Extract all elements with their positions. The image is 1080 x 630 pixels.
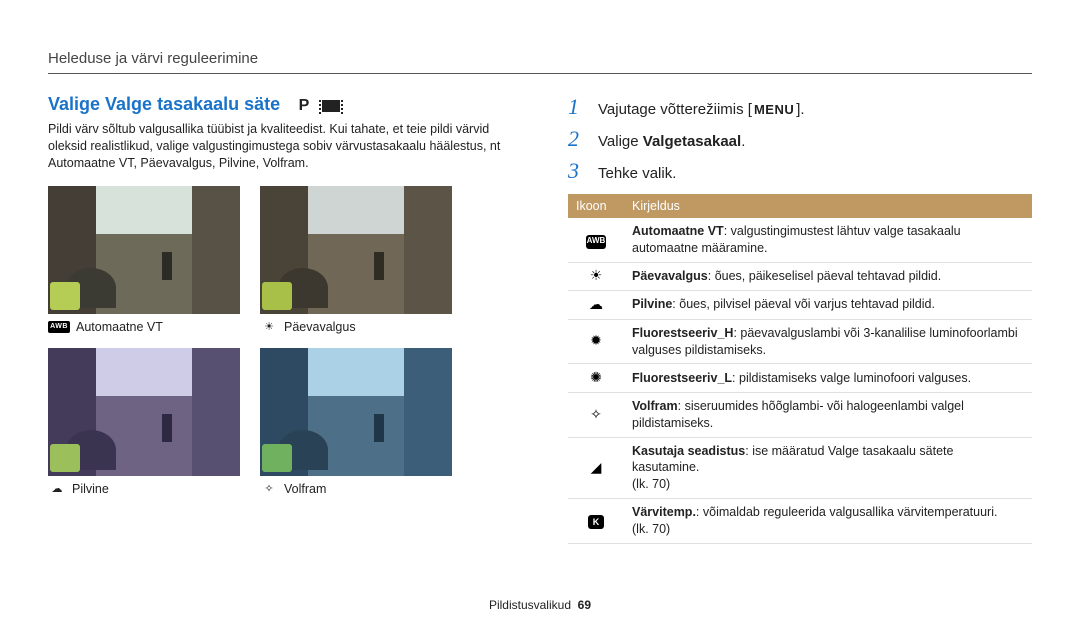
row-desc-cell: Fluorestseeriv_L: pildistamiseks valge l… bbox=[624, 364, 1032, 392]
step-text: Valige Valgetasakaal. bbox=[598, 133, 745, 150]
page-footer: Pildistusvalikud 69 bbox=[0, 598, 1080, 612]
left-column: Valige Valge tasakaalu säte P Pildi värv… bbox=[48, 94, 508, 544]
awb-chip-icon: AWB bbox=[586, 235, 606, 249]
row-desc-cell: Automaatne VT: valgustingimustest lähtuv… bbox=[624, 218, 1032, 262]
bulb-icon: ✧ bbox=[260, 482, 278, 496]
wb-row-icon: ✧ bbox=[585, 406, 607, 422]
footer-page-number: 69 bbox=[578, 598, 591, 612]
step-text: Tehke valik. bbox=[598, 165, 676, 182]
col-desc-header: Kirjeldus bbox=[624, 194, 1032, 218]
wb-row-icon: ◢ bbox=[585, 459, 607, 475]
row-icon-cell: ☀ bbox=[568, 262, 624, 290]
wb-row-icon: ☁ bbox=[585, 296, 607, 312]
content-columns: Valige Valge tasakaalu säte P Pildi värv… bbox=[48, 94, 1032, 544]
menu-button-icon: MENU bbox=[752, 102, 796, 117]
step-text: Vajutage võtterežiimis [MENU]. bbox=[598, 101, 805, 118]
table-row: ☀ Päevavalgus: õues, päikeselisel päeval … bbox=[568, 262, 1032, 290]
row-desc-cell: Värvitemp.: võimaldab reguleerida valgus… bbox=[624, 499, 1032, 544]
row-icon-cell: ✺ bbox=[568, 364, 624, 392]
row-icon-cell: ✧ bbox=[568, 392, 624, 437]
table-row: AWB Automaatne VT: valgustingimustest läh… bbox=[568, 218, 1032, 262]
page-header: Heleduse ja värvi reguleerimine bbox=[48, 50, 1032, 67]
section-title: Valige Valge tasakaalu säte bbox=[48, 94, 280, 115]
wb-description-table: Ikoon Kirjeldus AWB Automaatne VT: valgus… bbox=[568, 194, 1032, 544]
wb-row-icon: ✺ bbox=[585, 369, 607, 385]
mode-video-icon bbox=[322, 100, 340, 112]
table-row: ✺ Fluorestseeriv_L: pildistamiseks valge … bbox=[568, 364, 1032, 392]
thumb-tungsten bbox=[260, 348, 452, 476]
thumb-daylight bbox=[260, 186, 452, 314]
awb-chip-icon: AWB bbox=[48, 321, 70, 333]
row-icon-cell: K bbox=[568, 499, 624, 544]
sun-icon: ☀ bbox=[260, 320, 278, 334]
right-column: 1 Vajutage võtterežiimis [MENU]. 2 Valig… bbox=[568, 94, 1032, 544]
thumb-auto-wb bbox=[48, 186, 240, 314]
table-row: ☁ Pilvine: õues, pilvisel päeval või varj… bbox=[568, 291, 1032, 319]
cloud-icon: ☁ bbox=[48, 482, 66, 496]
footer-label: Pildistusvalikud bbox=[489, 598, 571, 612]
col-icon-header: Ikoon bbox=[568, 194, 624, 218]
intro-paragraph: Pildi värv sõltub valgusallika tüübist j… bbox=[48, 121, 508, 172]
table-row: ✧ Volfram: siseruumides hõõglambi- või ha… bbox=[568, 392, 1032, 437]
row-desc-cell: Kasutaja seadistus: ise määratud Valge t… bbox=[624, 437, 1032, 499]
thumbnail-grid: AWB Automaatne VT ☀ Päevavalgus ☁ Pilvin… bbox=[48, 186, 508, 506]
wb-row-icon: ☀ bbox=[585, 268, 607, 284]
step-number: 3 bbox=[568, 158, 586, 184]
row-icon-cell: ☁ bbox=[568, 291, 624, 319]
row-desc-cell: Pilvine: õues, pilvisel päeval või varju… bbox=[624, 291, 1032, 319]
step-number: 2 bbox=[568, 126, 586, 152]
thumb-label-text: Automaatne VT bbox=[76, 320, 163, 334]
row-desc-cell: Fluorestseeriv_H: päevavalguslambi või 3… bbox=[624, 319, 1032, 364]
thumb-label-tungsten: ✧ Volfram bbox=[260, 482, 452, 496]
mode-icons: P bbox=[299, 97, 340, 115]
k-chip-icon: K bbox=[588, 515, 604, 529]
thumb-label-text: Päevavalgus bbox=[284, 320, 356, 334]
table-row: K Värvitemp.: võimaldab reguleerida valgu… bbox=[568, 499, 1032, 544]
thumb-label-auto-wb: AWB Automaatne VT bbox=[48, 320, 240, 334]
table-row: ✹ Fluorestseeriv_H: päevavalguslambi või … bbox=[568, 319, 1032, 364]
row-icon-cell: ◢ bbox=[568, 437, 624, 499]
thumb-label-cloudy: ☁ Pilvine bbox=[48, 482, 240, 496]
step-3: 3 Tehke valik. bbox=[568, 158, 1032, 184]
row-desc-cell: Päevavalgus: õues, päikeselisel päeval t… bbox=[624, 262, 1032, 290]
thumb-label-daylight: ☀ Päevavalgus bbox=[260, 320, 452, 334]
step-1: 1 Vajutage võtterežiimis [MENU]. bbox=[568, 94, 1032, 120]
table-row: ◢ Kasutaja seadistus: ise määratud Valge … bbox=[568, 437, 1032, 499]
mode-p-icon: P bbox=[299, 97, 310, 115]
step-2: 2 Valige Valgetasakaal. bbox=[568, 126, 1032, 152]
thumb-cloudy bbox=[48, 348, 240, 476]
row-icon-cell: AWB bbox=[568, 218, 624, 262]
row-desc-cell: Volfram: siseruumides hõõglambi- või hal… bbox=[624, 392, 1032, 437]
row-icon-cell: ✹ bbox=[568, 319, 624, 364]
section-heading-row: Valige Valge tasakaalu säte P bbox=[48, 94, 508, 121]
header-rule bbox=[48, 73, 1032, 74]
wb-row-icon: ✹ bbox=[585, 333, 607, 349]
step-number: 1 bbox=[568, 94, 586, 120]
thumb-label-text: Pilvine bbox=[72, 482, 109, 496]
thumb-label-text: Volfram bbox=[284, 482, 326, 496]
